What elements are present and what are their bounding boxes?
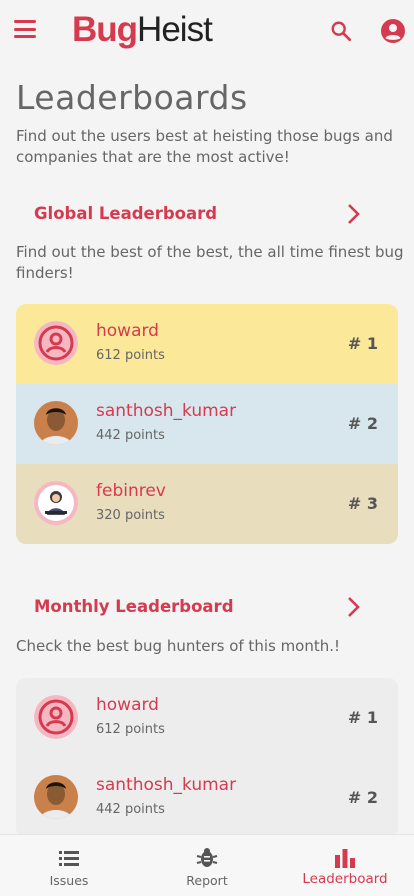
monthly-leaderboard-description: Check the best bug hunters of this month… [16, 637, 341, 655]
illustration-avatar [34, 481, 78, 525]
logo-heist-text: Heist [137, 10, 213, 49]
leaderboard-row[interactable]: febinrev 320 points # 3 [16, 464, 398, 544]
chevron-right-icon[interactable] [345, 596, 363, 618]
leaderboard-row[interactable]: santhosh_kumar 442 points # 2 [16, 384, 398, 464]
bottom-navigation: Issues Report Leaderboard [0, 834, 414, 896]
rank-badge: # 2 [347, 414, 378, 433]
nav-label-issues: Issues [49, 873, 89, 888]
username: howard [96, 321, 159, 341]
leaderboard-row[interactable]: howard 612 points # 1 [16, 678, 398, 758]
photo-avatar [34, 775, 78, 819]
rank-badge: # 2 [347, 788, 378, 807]
menu-icon[interactable] [14, 20, 36, 42]
leaderboard-row[interactable]: howard 612 points # 1 [16, 304, 398, 384]
app-bar: BugHeist [0, 0, 414, 62]
global-leaderboard-header[interactable]: Global Leaderboard [0, 194, 414, 234]
username: febinrev [96, 481, 166, 501]
page-subtitle: Find out the users best at heisting thos… [16, 127, 393, 166]
user-points: 612 points [96, 722, 165, 737]
nav-label-leaderboard: Leaderboard [302, 871, 388, 887]
search-icon[interactable] [330, 20, 352, 42]
list-icon [59, 851, 79, 866]
bug-icon [196, 848, 218, 867]
leaderboard-row[interactable]: santhosh_kumar 442 points # 2 [16, 758, 398, 838]
user-points: 442 points [96, 802, 165, 817]
logo-bug-text: Bug [72, 10, 138, 49]
user-points: 320 points [96, 508, 165, 523]
photo-avatar [34, 401, 78, 445]
username: santhosh_kumar [96, 401, 237, 421]
global-leaderboard-title: Global Leaderboard [34, 204, 218, 223]
rank-badge: # 3 [347, 494, 378, 513]
default-avatar [34, 321, 78, 365]
username: santhosh_kumar [96, 775, 237, 795]
rank-badge: # 1 [347, 708, 378, 727]
account-icon[interactable] [381, 19, 405, 43]
global-leaderboard-description: Find out the best of the best, the all t… [16, 243, 404, 282]
username: howard [96, 695, 159, 715]
nav-item-issues[interactable]: Issues [0, 835, 138, 896]
monthly-leaderboard-header[interactable]: Monthly Leaderboard [0, 587, 414, 627]
rank-badge: # 1 [347, 334, 378, 353]
nav-label-report: Report [186, 873, 228, 888]
user-points: 612 points [96, 348, 165, 363]
global-leaderboard-list: howard 612 points # 1 santhosh_kumar 442… [16, 304, 398, 544]
page-title: Leaderboards [16, 78, 248, 117]
nav-item-report[interactable]: Report [138, 835, 276, 896]
default-avatar [34, 695, 78, 739]
nav-item-leaderboard[interactable]: Leaderboard [276, 835, 414, 896]
bar-chart-icon [335, 849, 355, 868]
user-points: 442 points [96, 428, 165, 443]
monthly-leaderboard-list: howard 612 points # 1 santhosh_kumar 442… [16, 678, 398, 838]
chevron-right-icon[interactable] [345, 203, 363, 225]
monthly-leaderboard-title: Monthly Leaderboard [34, 597, 234, 616]
app-logo[interactable]: BugHeist [72, 10, 213, 50]
